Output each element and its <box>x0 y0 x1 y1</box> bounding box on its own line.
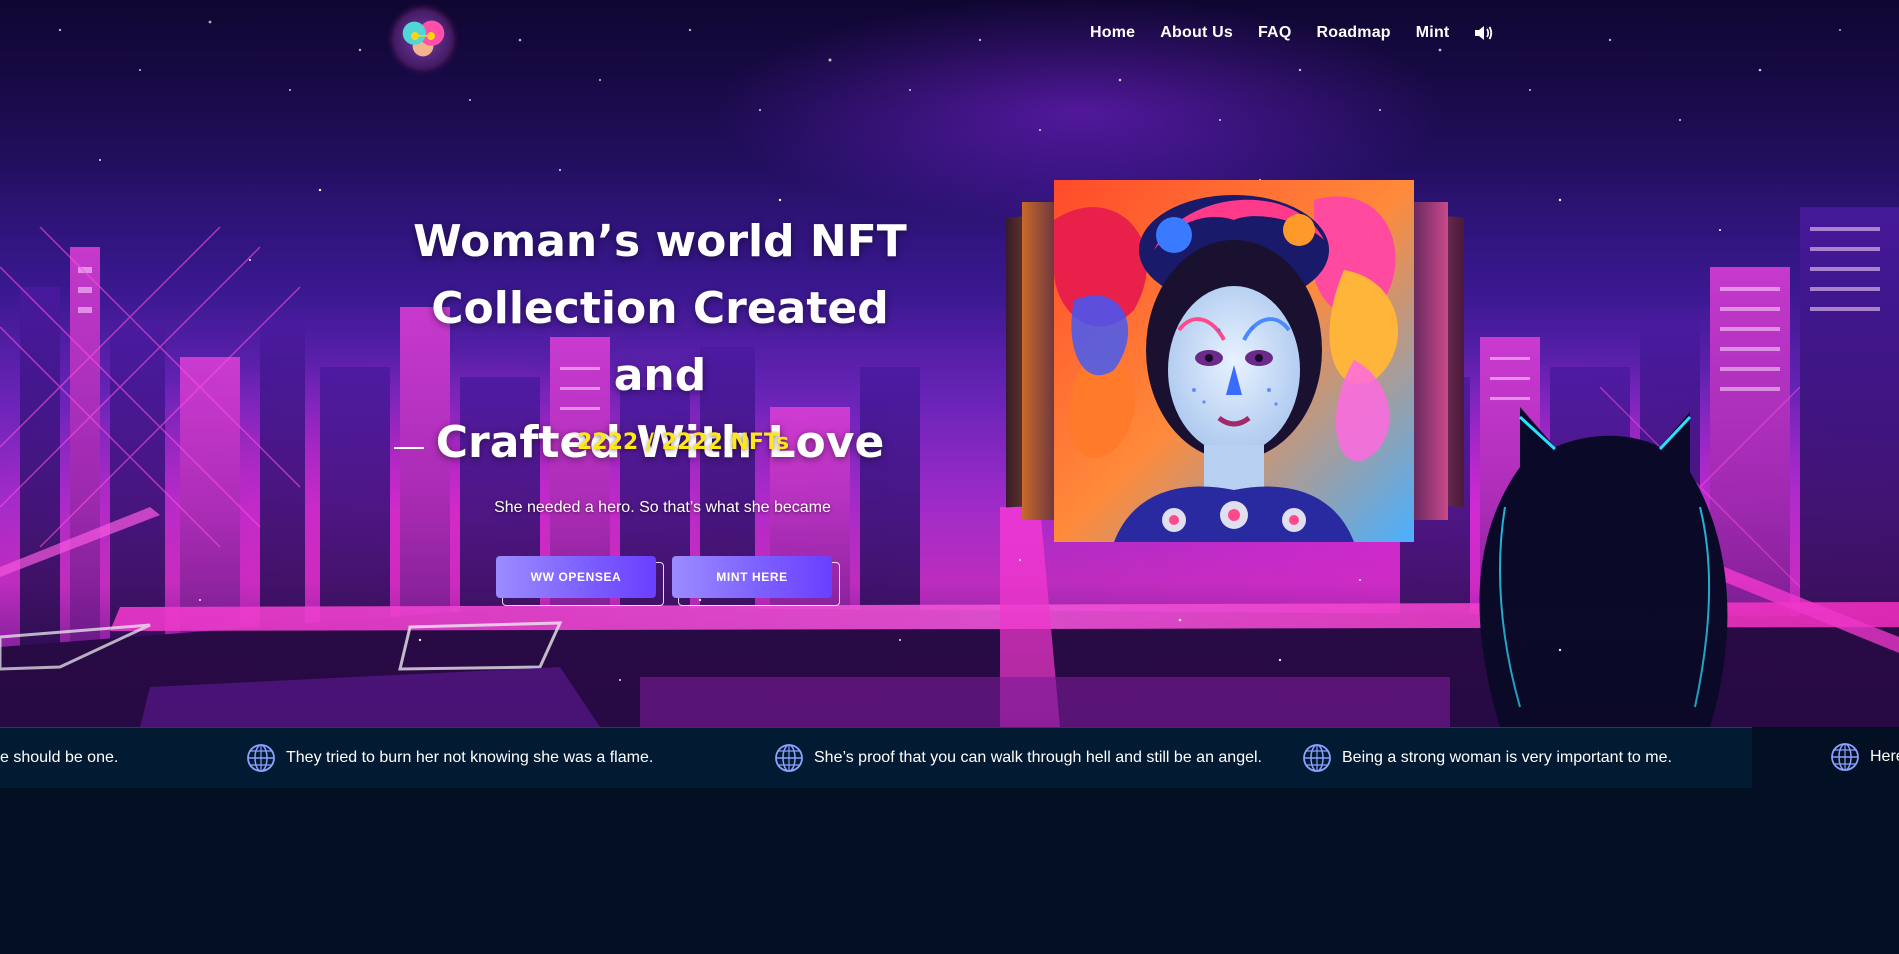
ticker-item: Being a strong woman is very important t… <box>1302 728 1672 788</box>
globe-icon <box>775 744 803 772</box>
opensea-button[interactable]: WW OPENSEA <box>496 556 664 606</box>
globe-icon <box>1831 743 1859 771</box>
headline-line-1: Woman’s world NFT <box>413 216 907 267</box>
hero-overlay <box>0 0 1899 727</box>
nav-roadmap-link[interactable]: Roadmap <box>1316 24 1390 42</box>
ticker-text: Being a strong woman is very important t… <box>1342 749 1672 766</box>
nav-faq-link[interactable]: FAQ <box>1258 24 1292 42</box>
globe-icon <box>247 744 275 772</box>
nav-about-link[interactable]: About Us <box>1160 24 1233 42</box>
nav-mint-link[interactable]: Mint <box>1416 24 1450 42</box>
ticker-item: They tried to burn her not knowing she w… <box>246 728 653 788</box>
hero-tagline: She needed a hero. So that’s what she be… <box>494 499 831 516</box>
ticker-text: Here <box>1870 748 1899 765</box>
nav-home-link[interactable]: Home <box>1090 24 1135 42</box>
nft-portrait-image <box>1054 180 1414 542</box>
hero-section <box>0 0 1899 727</box>
mint-here-button[interactable]: MINT HERE <box>672 556 840 606</box>
nft-count: 2222 / 2222 NFTs <box>576 430 790 455</box>
main-nav: Home About Us FAQ Roadmap Mint <box>1090 24 1494 42</box>
quote-ticker: e should be one. They tried to burn her … <box>0 727 1752 789</box>
opensea-button-label: WW OPENSEA <box>496 556 656 598</box>
page-lower-section <box>0 788 1899 954</box>
globe-icon <box>1303 744 1331 772</box>
ticker-item: She’s proof that you can walk through he… <box>774 728 1262 788</box>
speaker-icon[interactable] <box>1474 24 1494 42</box>
ticker-item: Here <box>1830 727 1899 787</box>
mint-button-label: MINT HERE <box>672 556 832 598</box>
decorative-divider <box>394 447 424 449</box>
site-logo[interactable] <box>394 10 452 68</box>
ticker-text: e should be one. <box>0 749 119 766</box>
nft-artwork-stack <box>1006 180 1464 542</box>
sunglasses-icon <box>411 32 435 40</box>
ticker-text: She’s proof that you can walk through he… <box>814 749 1262 766</box>
ticker-text: They tried to burn her not knowing she w… <box>286 749 654 766</box>
ticker-item: e should be one. <box>0 728 118 788</box>
headline-line-2: Collection Created and <box>431 283 889 401</box>
